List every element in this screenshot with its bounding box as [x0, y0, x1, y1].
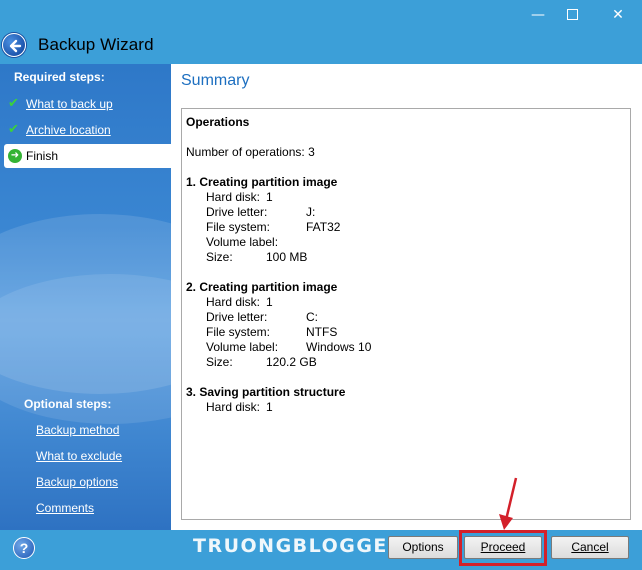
field-value: 1 [266, 295, 273, 309]
operation-heading: 2. Creating partition image [186, 280, 338, 294]
help-icon: ? [19, 540, 29, 556]
sidebar-item-comments[interactable]: Comments [36, 501, 94, 515]
field-value: C: [306, 310, 318, 324]
field-label: Size: [206, 355, 233, 369]
field-value: J: [306, 205, 316, 219]
operation-heading: 3. Saving partition structure [186, 385, 346, 399]
options-button[interactable]: Options [388, 536, 458, 559]
operation-heading: 1. Creating partition image [186, 175, 338, 189]
sidebar-item-backup-method[interactable]: Backup method [36, 423, 119, 437]
cancel-label: Cancel [571, 540, 609, 554]
operations-heading: Operations [186, 115, 250, 129]
sidebar-item-finish[interactable]: ➜ Finish [4, 144, 171, 168]
field-label: Volume label: [206, 340, 279, 354]
field-value: Windows 10 [306, 340, 372, 354]
cancel-button[interactable]: Cancel [551, 536, 629, 559]
required-steps-heading: Required steps: [14, 70, 105, 84]
field-label: Hard disk: [206, 190, 261, 204]
field-label: Hard disk: [206, 400, 261, 414]
close-icon: ✕ [612, 7, 624, 23]
field-value: 1 [266, 400, 273, 414]
sidebar-item-backup-options[interactable]: Backup options [36, 475, 118, 489]
sidebar-item-what-to-exclude[interactable]: What to exclude [36, 449, 122, 463]
field-label: Volume label: [206, 235, 279, 249]
window-title: Backup Wizard [38, 35, 154, 54]
field-label: Drive letter: [206, 205, 268, 219]
page-title: Summary [181, 72, 250, 89]
sidebar-item-label: Finish [26, 149, 59, 163]
checkmark-icon: ✔ [8, 122, 19, 137]
operations-count: Number of operations: 3 [186, 145, 315, 159]
field-value: FAT32 [306, 220, 341, 234]
field-label: File system: [206, 220, 271, 234]
arrow-right-icon: ➜ [8, 149, 22, 163]
arrow-left-icon [9, 39, 22, 53]
watermark: TRUONGBLOGGER [193, 535, 405, 557]
minimize-icon: — [531, 7, 545, 23]
sidebar: Required steps: ✔ What to back up ✔ Arch… [0, 64, 171, 530]
minimize-button[interactable]: — [524, 4, 552, 26]
optional-steps-heading: Optional steps: [24, 397, 112, 411]
help-button[interactable]: ? [13, 537, 35, 559]
summary-box: Operations Number of operations: 3 1. Cr… [181, 108, 631, 520]
proceed-highlight-box [459, 530, 547, 566]
field-value: 120.2 GB [266, 355, 317, 369]
field-label: Hard disk: [206, 295, 261, 309]
field-value: 1 [266, 190, 273, 204]
field-value: NTFS [306, 325, 338, 339]
sidebar-item-archive-location[interactable]: Archive location [26, 123, 111, 137]
maximize-button[interactable] [558, 4, 586, 26]
checkmark-icon: ✔ [8, 96, 19, 111]
field-label: Drive letter: [206, 310, 268, 324]
back-button[interactable] [2, 33, 26, 57]
close-button[interactable]: ✕ [604, 4, 632, 26]
title-bar: — ✕ Backup Wizard [0, 0, 642, 64]
sidebar-item-what-to-back-up[interactable]: What to back up [26, 97, 113, 111]
field-label: File system: [206, 325, 271, 339]
field-label: Size: [206, 250, 233, 264]
main-panel: Summary Operations Number of operations:… [171, 64, 642, 530]
field-value: 100 MB [266, 250, 308, 264]
red-arrow-annotation [499, 477, 518, 530]
maximize-icon [566, 9, 578, 20]
